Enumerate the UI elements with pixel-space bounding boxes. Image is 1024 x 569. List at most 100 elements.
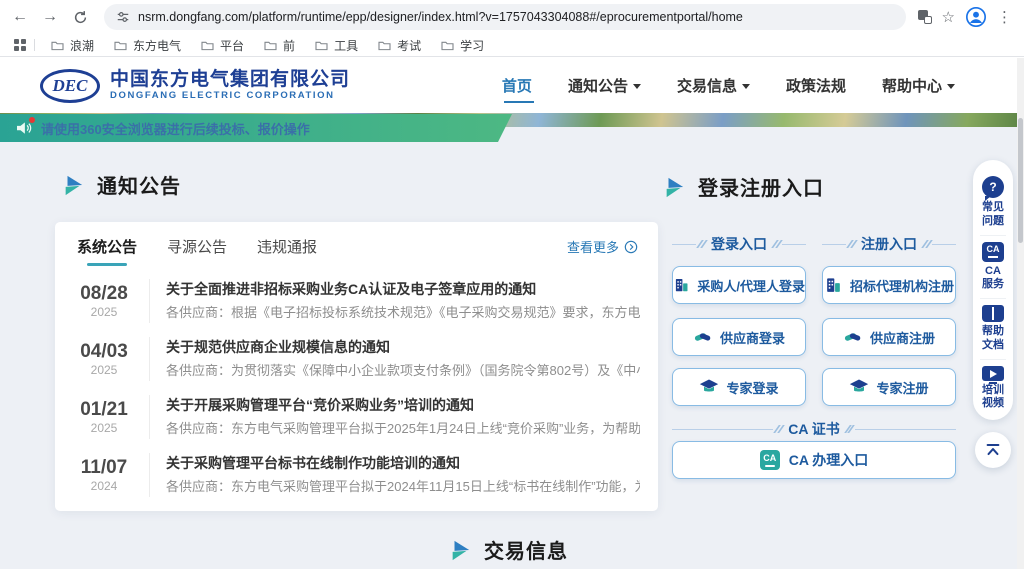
nav-item-notices[interactable]: 通知公告 [568, 58, 641, 113]
news-item[interactable]: 01/21 2025 关于开展采购管理平台“竞价采购业务”培训的通知 各供应商：… [55, 388, 658, 446]
folder-icon [378, 40, 391, 51]
forward-icon[interactable]: → [38, 5, 62, 29]
divider [34, 39, 35, 51]
supplier-register-button[interactable]: 供应商注册 [822, 318, 956, 356]
url-text: nsrm.dongfang.com/platform/runtime/epp/d… [138, 10, 743, 24]
profile-avatar-icon[interactable] [965, 6, 987, 28]
news-item[interactable]: 08/28 2025 关于全面推进非招标采购业务CA认证及电子签章应用的通知 各… [55, 272, 658, 330]
chevron-down-icon [947, 84, 955, 89]
news-title: 关于全面推进非招标采购业务CA认证及电子签章应用的通知 [166, 279, 640, 300]
folder-icon [114, 40, 127, 51]
news-item[interactable]: 04/03 2025 关于规范供应商企业规模信息的通知 各供应商：为贯彻落实《保… [55, 330, 658, 388]
tab-sourcing-notices[interactable]: 寻源公告 [167, 236, 227, 266]
reload-icon[interactable] [68, 5, 92, 29]
bookmark-folder[interactable]: 工具 [305, 35, 368, 55]
buyer-agent-login-button[interactable]: 采购人/代理人登录 [672, 266, 806, 304]
supplier-login-button[interactable]: 供应商登录 [672, 318, 806, 356]
chevron-down-icon [742, 84, 750, 89]
tab-violation-reports[interactable]: 违规通报 [257, 236, 317, 266]
login-group-label: 登录入口 [672, 234, 806, 254]
news-date: 01/21 2025 [69, 399, 139, 436]
ca-apply-button[interactable]: CA CA 办理入口 [672, 441, 956, 479]
news-title: 关于规范供应商企业规模信息的通知 [166, 337, 640, 358]
news-date: 11/07 2024 [69, 457, 139, 494]
arrow-accent-icon [62, 174, 84, 196]
training-videos-shortcut[interactable]: 培训视频 [980, 359, 1006, 418]
nav-item-home[interactable]: 首页 [502, 58, 532, 113]
handshake-icon [693, 327, 713, 347]
help-docs-shortcut[interactable]: 帮助文档 [980, 298, 1006, 359]
site-header: DEC 中国东方电气集团有限公司 DONGFANG ELECTRIC CORPO… [0, 58, 1017, 113]
divider [149, 279, 150, 323]
faq-shortcut[interactable]: ? 常见问题 [980, 170, 1006, 235]
folder-icon [201, 40, 214, 51]
bookmark-folder[interactable]: 东方电气 [104, 35, 191, 55]
chevron-down-icon [633, 84, 641, 89]
news-summary: 各供应商：东方电气采购管理平台拟于2025年1月24日上线“竞价采购”业务，为帮… [166, 419, 640, 439]
nav-item-policies[interactable]: 政策法规 [786, 58, 846, 113]
circle-arrow-icon [624, 240, 638, 254]
translate-icon[interactable] [918, 10, 932, 24]
divider [149, 395, 150, 439]
bookmark-folder[interactable]: 学习 [431, 35, 494, 55]
news-date: 04/03 2025 [69, 341, 139, 378]
news-summary: 各供应商：东方电气采购管理平台拟于2024年11月15日上线“标书在线制作”功能… [166, 477, 640, 497]
bookmark-folder[interactable]: 平台 [191, 35, 254, 55]
news-summary: 各供应商：为贯彻落实《保障中小企业款项支付条例》（国务院令第802号）及《中小企… [166, 361, 640, 381]
book-icon [982, 305, 1004, 322]
section-title: 交易信息 [484, 535, 568, 564]
announcement-tabs: 系统公告 寻源公告 违规通报 查看更多 [55, 222, 658, 266]
section-title: 登录注册入口 [698, 172, 824, 201]
expert-login-button[interactable]: 专家登录 [672, 368, 806, 406]
apps-grid-icon[interactable] [14, 39, 26, 51]
divider [149, 337, 150, 381]
back-icon[interactable]: ← [8, 5, 32, 29]
ca-group-label: CA 证书 [672, 419, 956, 439]
folder-icon [441, 40, 454, 51]
building-icon [824, 276, 843, 295]
page-scrollbar[interactable] [1017, 58, 1024, 569]
back-to-top-button[interactable] [975, 432, 1011, 468]
graduation-cap-icon [699, 377, 719, 397]
trade-info-heading: 交易信息 [0, 535, 1017, 564]
announcements-card: 系统公告 寻源公告 违规通报 查看更多 08/28 2025 关于全面推进非招标… [55, 222, 658, 511]
question-bubble-icon: ? [982, 176, 1004, 198]
news-summary: 各供应商：根据《电子招标投标系统技术规范》《电子采购交易规范》要求，东方电气采购… [166, 303, 640, 323]
bookmark-folder[interactable]: 考试 [368, 35, 431, 55]
folder-icon [315, 40, 328, 51]
nav-item-trade-info[interactable]: 交易信息 [677, 58, 750, 113]
bookmark-star-icon[interactable]: ☆ [942, 8, 955, 26]
scrollbar-thumb[interactable] [1018, 118, 1023, 243]
login-register-heading: 登录注册入口 [663, 172, 824, 201]
handshake-icon [843, 327, 863, 347]
bookmark-folder[interactable]: 前 [254, 35, 305, 55]
ca-icon: CA [760, 450, 780, 470]
folder-icon [51, 40, 64, 51]
speaker-icon [16, 121, 32, 135]
arrow-accent-icon [663, 176, 685, 198]
notice-text: 请使用360安全浏览器进行后续投标、报价操作 [41, 119, 310, 138]
announcements-heading: 通知公告 [62, 170, 181, 199]
expert-register-button[interactable]: 专家注册 [822, 368, 956, 406]
section-title: 通知公告 [97, 170, 181, 199]
building-icon [673, 276, 690, 295]
notice-bar: 请使用360安全浏览器进行后续投标、报价操作 [0, 114, 512, 142]
news-item[interactable]: 11/07 2024 关于采购管理平台标书在线制作功能培训的通知 各供应商：东方… [55, 446, 658, 504]
ca-service-shortcut[interactable]: CA CA服务 [980, 235, 1006, 299]
page-content: DEC 中国东方电气集团有限公司 DONGFANG ELECTRIC CORPO… [0, 58, 1024, 569]
bookmark-folder[interactable]: 浪潮 [41, 35, 104, 55]
nav-item-help-center[interactable]: 帮助中心 [882, 58, 955, 113]
register-group-label: 注册入口 [822, 234, 956, 254]
site-info-icon[interactable] [116, 10, 130, 24]
menu-dots-icon[interactable]: ⋮ [997, 8, 1012, 26]
divider [149, 453, 150, 497]
tab-system-notices[interactable]: 系统公告 [77, 236, 137, 266]
bookmarks-bar: 浪潮 东方电气 平台 前 工具 考试 学习 [0, 34, 1024, 57]
address-bar[interactable]: nsrm.dongfang.com/platform/runtime/epp/d… [104, 4, 906, 30]
bidding-agency-register-button[interactable]: 招标代理机构注册 [822, 266, 956, 304]
folder-icon [264, 40, 277, 51]
company-logo[interactable]: DEC 中国东方电气集团有限公司 DONGFANG ELECTRIC CORPO… [40, 69, 350, 103]
view-more-link[interactable]: 查看更多 [567, 237, 638, 266]
notification-dot [29, 117, 35, 123]
company-name-en: DONGFANG ELECTRIC CORPORATION [110, 91, 350, 102]
